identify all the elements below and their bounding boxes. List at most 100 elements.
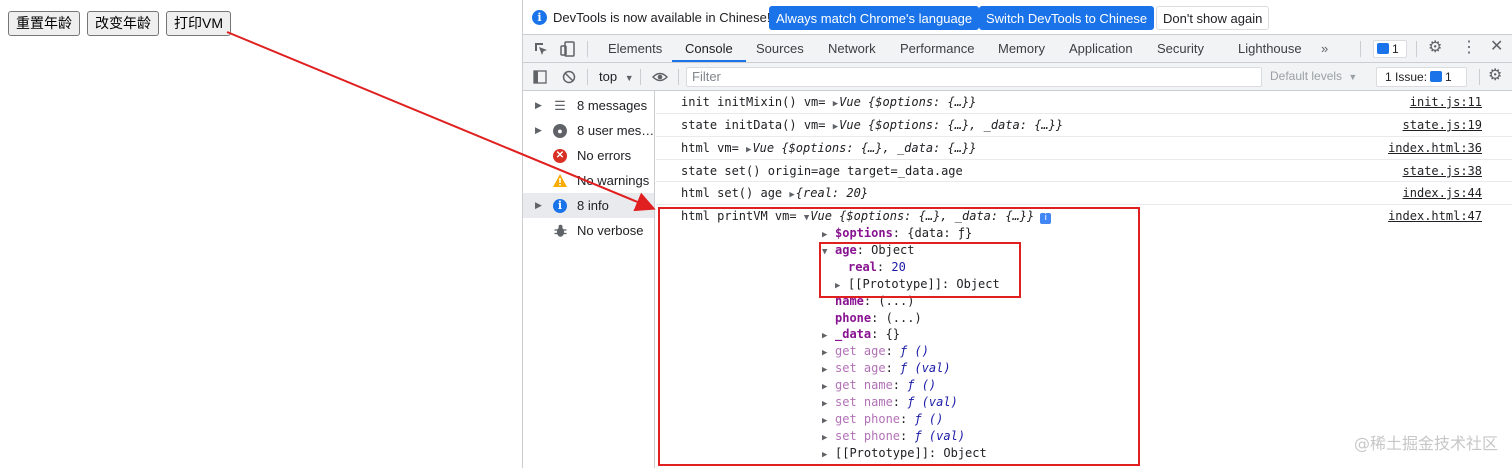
- message-prefix: html set() age: [681, 186, 790, 200]
- message-text: html set() age ▶{real: 20}: [681, 186, 868, 200]
- issues-button[interactable]: 1 Issue: 1: [1376, 67, 1467, 87]
- more-options-icon[interactable]: ⋮: [1461, 40, 1477, 56]
- settings-gear-icon[interactable]: ⚙: [1428, 40, 1442, 56]
- message-text: html vm= ▶Vue {$options: {…}, _data: {…}…: [681, 141, 976, 155]
- object-preview[interactable]: Vue {$options: {…}, _data: {…}}: [839, 118, 1063, 132]
- issues-counter-value: 1: [1392, 42, 1399, 56]
- source-link[interactable]: index.html:36: [1388, 141, 1482, 155]
- source-link[interactable]: state.js:19: [1403, 118, 1482, 132]
- sidebar-item-errors[interactable]: ✕ No errors: [523, 143, 654, 168]
- sidebar-item-label: No verbose: [577, 223, 644, 238]
- console-settings-gear-icon[interactable]: ⚙: [1488, 68, 1502, 84]
- chevron-down-icon: ▼: [624, 73, 634, 83]
- console-sidebar: ▶ ☰ 8 messages ▶ ● 8 user mes… ✕ No erro…: [523, 91, 655, 468]
- reset-age-button[interactable]: 重置年龄: [8, 11, 80, 36]
- match-language-button[interactable]: Always match Chrome's language: [769, 6, 980, 30]
- source-link[interactable]: state.js:38: [1403, 164, 1482, 178]
- expand-arrow-icon[interactable]: ▶: [833, 99, 838, 109]
- message-text: state initData() vm= ▶Vue {$options: {…}…: [681, 118, 1063, 132]
- list-icon: ☰: [554, 98, 566, 113]
- print-vm-button[interactable]: 打印VM: [166, 11, 231, 36]
- sidebar-item-label: 8 info: [577, 198, 609, 213]
- source-link[interactable]: init.js:11: [1410, 95, 1482, 109]
- expand-arrow-icon: ▶: [535, 100, 542, 110]
- expand-arrow-icon[interactable]: ▶: [789, 190, 794, 200]
- expand-arrow-icon[interactable]: ▶: [833, 122, 838, 132]
- message-prefix: init initMixin() vm=: [681, 95, 833, 109]
- close-devtools-icon[interactable]: ✕: [1490, 39, 1503, 55]
- tab-elements[interactable]: Elements: [608, 35, 662, 62]
- tab-console[interactable]: Console: [685, 35, 733, 62]
- filter-input[interactable]: Filter: [686, 67, 1262, 87]
- devtools-panel: i DevTools is now available in Chinese! …: [522, 0, 1512, 468]
- expand-arrow-icon: ▶: [535, 200, 542, 210]
- more-tabs-button[interactable]: »: [1321, 35, 1328, 62]
- tab-lighthouse[interactable]: Lighthouse: [1238, 35, 1302, 62]
- sidebar-item-messages[interactable]: ▶ ☰ 8 messages: [523, 93, 654, 118]
- dont-show-again-button[interactable]: Don't show again: [1156, 6, 1270, 30]
- clear-console-icon[interactable]: [562, 70, 576, 86]
- highlight-box-age: [819, 242, 1021, 298]
- active-tab-indicator: [672, 60, 746, 62]
- object-preview[interactable]: Vue {$options: {…}}: [839, 95, 976, 109]
- web-page: 重置年龄 改变年龄 打印VM: [0, 0, 522, 468]
- panel-tabs: Elements Console Sources Network Perform…: [523, 35, 1512, 63]
- object-preview[interactable]: Vue {$options: {…}, _data: {…}}: [752, 141, 976, 155]
- sidebar-item-label: No errors: [577, 148, 632, 163]
- issue-count: 1: [1445, 70, 1452, 84]
- info-icon: i: [553, 199, 567, 213]
- tab-security[interactable]: Security: [1157, 35, 1204, 62]
- sidebar-toggle-icon[interactable]: [533, 70, 547, 86]
- log-levels-dropdown[interactable]: Default levels ▼: [1270, 69, 1357, 83]
- message-icon: [1377, 43, 1389, 54]
- object-preview[interactable]: {real: 20}: [796, 186, 868, 200]
- expand-arrow-icon: ▶: [535, 125, 542, 135]
- tab-sources[interactable]: Sources: [756, 35, 804, 62]
- log-levels-value: Default levels: [1270, 69, 1343, 83]
- sidebar-item-user-messages[interactable]: ▶ ● 8 user mes…: [523, 118, 654, 143]
- message-icon: [1430, 71, 1443, 82]
- bug-icon: [553, 224, 567, 238]
- change-age-button[interactable]: 改变年龄: [87, 11, 159, 36]
- issue-label: 1 Issue:: [1385, 70, 1428, 84]
- message-text: init initMixin() vm= ▶Vue {$options: {…}…: [681, 95, 976, 109]
- watermark: @稀土掘金技术社区: [1353, 434, 1498, 453]
- expand-arrow-icon[interactable]: ▶: [746, 145, 751, 155]
- message-prefix: html vm=: [681, 141, 747, 155]
- sidebar-item-label: 8 messages: [577, 98, 648, 113]
- source-link[interactable]: index.js:44: [1403, 186, 1482, 200]
- message-text: state set() origin=age target=_data.age: [681, 164, 963, 178]
- tab-network[interactable]: Network: [828, 35, 876, 62]
- sidebar-item-warnings[interactable]: No warnings: [523, 168, 654, 193]
- inspect-element-icon[interactable]: [534, 42, 548, 58]
- info-icon: i: [532, 10, 547, 25]
- language-infobar: i DevTools is now available in Chinese! …: [523, 0, 1512, 35]
- error-icon: ✕: [553, 149, 567, 163]
- sidebar-item-info[interactable]: ▶ i 8 info: [523, 193, 654, 218]
- context-selector[interactable]: top ▼: [599, 69, 634, 84]
- chevron-down-icon: ▼: [1348, 72, 1358, 82]
- console-message[interactable]: state set() origin=age target=_data.age …: [656, 160, 1512, 182]
- sidebar-item-label: 8 user mes…: [577, 123, 654, 138]
- console-message[interactable]: state initData() vm= ▶Vue {$options: {…}…: [656, 114, 1512, 137]
- sidebar-item-label: No warnings: [577, 173, 650, 188]
- sidebar-item-verbose[interactable]: No verbose: [523, 218, 654, 243]
- issues-counter-button[interactable]: 1: [1373, 40, 1407, 58]
- source-link[interactable]: index.html:47: [1388, 209, 1482, 223]
- warning-icon: [553, 174, 567, 188]
- message-prefix: state set() origin=age target=_data.age: [681, 164, 963, 178]
- tab-memory[interactable]: Memory: [998, 35, 1045, 62]
- device-toolbar-icon[interactable]: [560, 41, 576, 59]
- console-message[interactable]: html vm= ▶Vue {$options: {…}, _data: {…}…: [656, 137, 1512, 160]
- switch-chinese-button[interactable]: Switch DevTools to Chinese: [979, 6, 1155, 30]
- eye-icon[interactable]: [652, 70, 668, 86]
- console-message[interactable]: init initMixin() vm= ▶Vue {$options: {…}…: [656, 91, 1512, 114]
- infobar-message: DevTools is now available in Chinese!: [553, 10, 771, 25]
- user-icon: ●: [553, 124, 567, 138]
- tab-application[interactable]: Application: [1069, 35, 1133, 62]
- context-value: top: [599, 69, 618, 84]
- console-toolbar: top ▼ Filter Default levels ▼ 1 Issue: 1 …: [523, 63, 1512, 91]
- tab-performance[interactable]: Performance: [900, 35, 974, 62]
- console-message[interactable]: html set() age ▶{real: 20} index.js:44: [656, 182, 1512, 205]
- message-prefix: state initData() vm=: [681, 118, 833, 132]
